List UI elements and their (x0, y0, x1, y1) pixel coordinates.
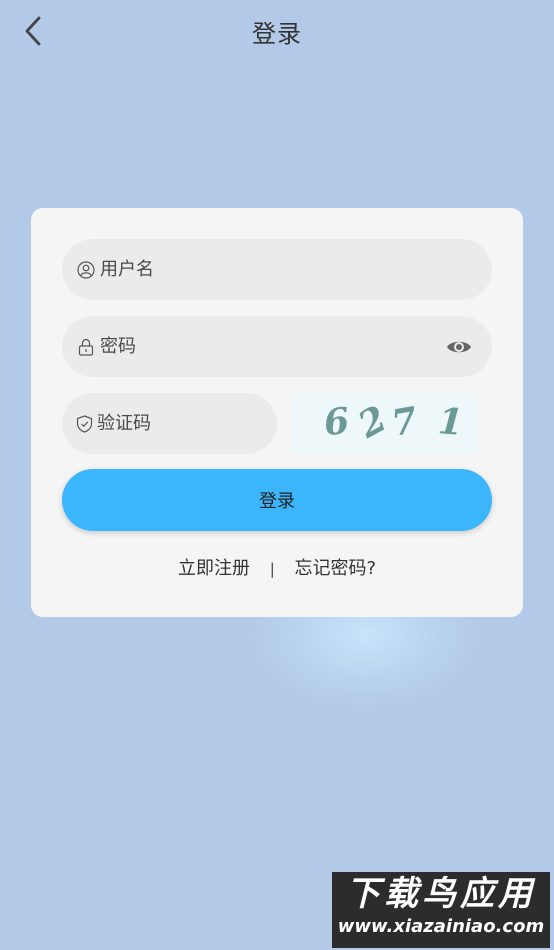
captcha-char: 7 (388, 399, 421, 445)
captcha-image[interactable]: 6 2 7 1 (292, 393, 478, 454)
shield-icon (76, 414, 93, 434)
password-input[interactable] (100, 316, 492, 377)
page-title: 登录 (252, 20, 302, 48)
captcha-char: 6 (321, 399, 352, 445)
username-input[interactable] (100, 239, 492, 300)
watermark-logo: 下载鸟应用 www.xiazainiao.com (332, 872, 550, 948)
eye-icon (447, 341, 471, 353)
lock-icon (76, 337, 96, 357)
watermark-title: 下载鸟应用 (346, 874, 536, 914)
toggle-password-visibility[interactable] (444, 333, 474, 361)
app-header: 登录 (0, 0, 554, 64)
auth-links: 立即注册 | 忘记密码? (31, 554, 523, 580)
watermark-url: www.xiazainiao.com (337, 916, 545, 937)
register-link[interactable]: 立即注册 (178, 554, 250, 580)
forgot-password-link[interactable]: 忘记密码? (294, 554, 376, 580)
login-card: 6 2 7 1 登录 立即注册 | 忘记密码? (31, 208, 523, 617)
captcha-char: 2 (351, 397, 394, 447)
user-icon (76, 260, 96, 280)
password-field (62, 316, 492, 377)
login-button[interactable]: 登录 (62, 469, 492, 531)
username-field (62, 239, 492, 300)
captcha-input[interactable] (97, 393, 322, 454)
captcha-field (62, 393, 322, 454)
link-separator: | (269, 560, 275, 578)
captcha-char: 1 (436, 400, 465, 444)
